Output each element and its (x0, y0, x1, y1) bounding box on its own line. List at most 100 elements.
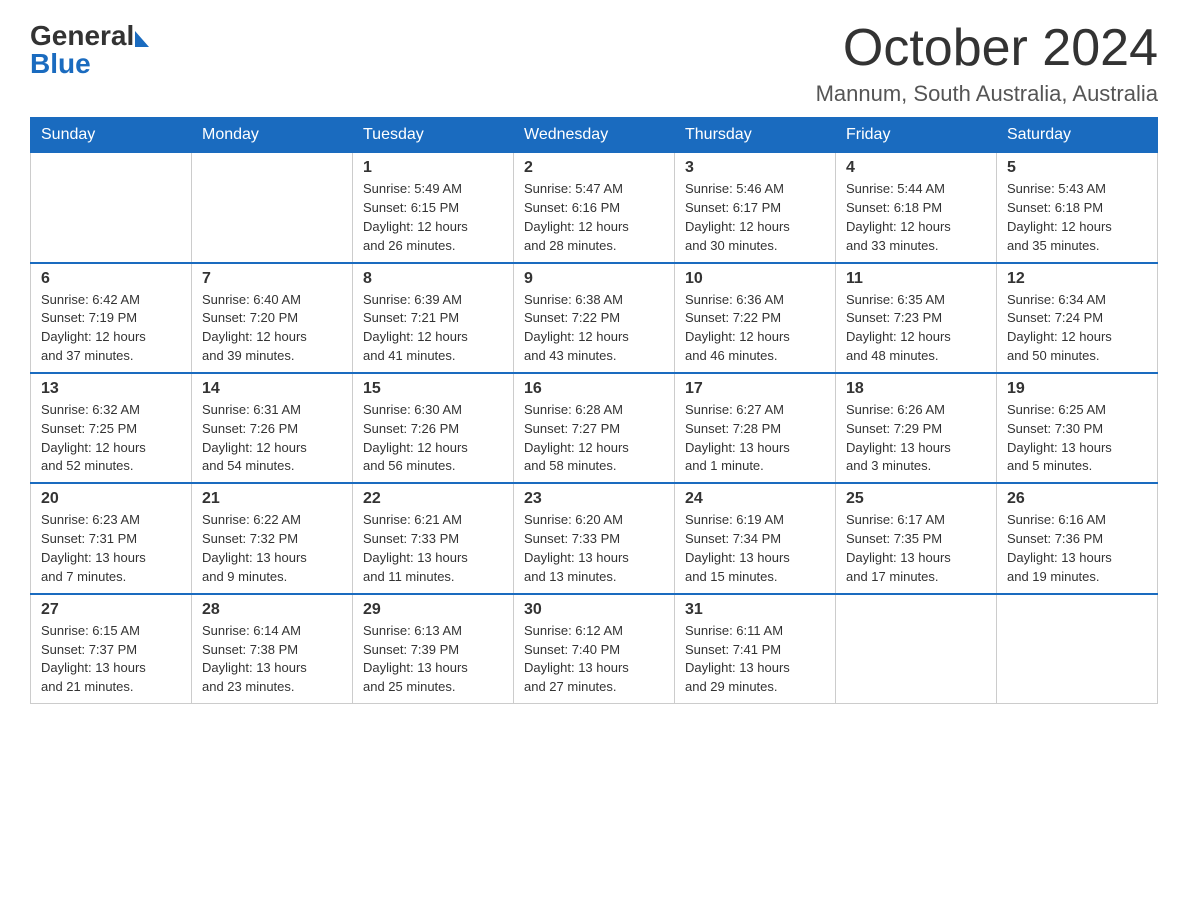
calendar-cell: 1 Sunrise: 5:49 AM Sunset: 6:15 PM Daylig… (353, 153, 514, 263)
cell-day-number: 23 (524, 490, 664, 508)
cell-day-number: 5 (1007, 159, 1147, 177)
cell-info-text: Sunrise: 6:25 AM Sunset: 7:30 PM Dayligh… (1007, 401, 1147, 476)
calendar-week-row: 13 Sunrise: 6:32 AM Sunset: 7:25 PM Dayli… (31, 373, 1158, 483)
month-title: October 2024 (816, 20, 1158, 77)
calendar-cell: 24Sunrise: 6:19 AM Sunset: 7:34 PM Dayli… (675, 483, 836, 593)
cell-day-number: 27 (41, 601, 181, 619)
calendar-cell: 7 Sunrise: 6:40 AM Sunset: 7:20 PM Daylig… (192, 263, 353, 373)
cell-day-number: 15 (363, 380, 503, 398)
cell-day-number: 3 (685, 159, 825, 177)
calendar-cell (192, 153, 353, 263)
calendar-cell (31, 153, 192, 263)
calendar-cell: 13 Sunrise: 6:32 AM Sunset: 7:25 PM Dayli… (31, 373, 192, 483)
calendar-cell: 11 Sunrise: 6:35 AM Sunset: 7:23 PM Dayli… (836, 263, 997, 373)
logo-blue-text: Blue (30, 48, 91, 80)
col-header-wednesday: Wednesday (514, 118, 675, 153)
cell-info-text: Sunrise: 6:35 AM Sunset: 7:23 PM Dayligh… (846, 291, 986, 366)
cell-info-text: Sunrise: 5:49 AM Sunset: 6:15 PM Dayligh… (363, 180, 503, 255)
cell-info-text: Sunrise: 6:38 AM Sunset: 7:22 PM Dayligh… (524, 291, 664, 366)
cell-info-text: Sunrise: 6:19 AM Sunset: 7:34 PM Dayligh… (685, 511, 825, 586)
cell-day-number: 4 (846, 159, 986, 177)
cell-info-text: Sunrise: 5:44 AM Sunset: 6:18 PM Dayligh… (846, 180, 986, 255)
cell-day-number: 11 (846, 270, 986, 288)
cell-day-number: 6 (41, 270, 181, 288)
cell-day-number: 30 (524, 601, 664, 619)
calendar-week-row: 1 Sunrise: 5:49 AM Sunset: 6:15 PM Daylig… (31, 153, 1158, 263)
cell-info-text: Sunrise: 6:12 AM Sunset: 7:40 PM Dayligh… (524, 622, 664, 697)
cell-info-text: Sunrise: 6:26 AM Sunset: 7:29 PM Dayligh… (846, 401, 986, 476)
col-header-sunday: Sunday (31, 118, 192, 153)
calendar-week-row: 20 Sunrise: 6:23 AM Sunset: 7:31 PM Dayli… (31, 483, 1158, 593)
calendar-cell: 21Sunrise: 6:22 AM Sunset: 7:32 PM Dayli… (192, 483, 353, 593)
calendar-cell: 31 Sunrise: 6:11 AM Sunset: 7:41 PM Dayli… (675, 594, 836, 704)
cell-day-number: 12 (1007, 270, 1147, 288)
calendar-cell (836, 594, 997, 704)
cell-day-number: 31 (685, 601, 825, 619)
cell-day-number: 17 (685, 380, 825, 398)
calendar-cell: 16 Sunrise: 6:28 AM Sunset: 7:27 PM Dayli… (514, 373, 675, 483)
cell-day-number: 2 (524, 159, 664, 177)
cell-day-number: 18 (846, 380, 986, 398)
title-area: October 2024 Mannum, South Australia, Au… (816, 20, 1158, 107)
cell-info-text: Sunrise: 6:22 AM Sunset: 7:32 PM Dayligh… (202, 511, 342, 586)
col-header-friday: Friday (836, 118, 997, 153)
cell-day-number: 10 (685, 270, 825, 288)
cell-info-text: Sunrise: 6:13 AM Sunset: 7:39 PM Dayligh… (363, 622, 503, 697)
cell-info-text: Sunrise: 6:20 AM Sunset: 7:33 PM Dayligh… (524, 511, 664, 586)
calendar-cell: 9 Sunrise: 6:38 AM Sunset: 7:22 PM Daylig… (514, 263, 675, 373)
calendar-cell: 2Sunrise: 5:47 AM Sunset: 6:16 PM Daylig… (514, 153, 675, 263)
cell-info-text: Sunrise: 6:23 AM Sunset: 7:31 PM Dayligh… (41, 511, 181, 586)
calendar-cell: 28Sunrise: 6:14 AM Sunset: 7:38 PM Dayli… (192, 594, 353, 704)
cell-info-text: Sunrise: 6:15 AM Sunset: 7:37 PM Dayligh… (41, 622, 181, 697)
cell-info-text: Sunrise: 6:39 AM Sunset: 7:21 PM Dayligh… (363, 291, 503, 366)
cell-day-number: 26 (1007, 490, 1147, 508)
cell-day-number: 13 (41, 380, 181, 398)
calendar-week-row: 6Sunrise: 6:42 AM Sunset: 7:19 PM Daylig… (31, 263, 1158, 373)
calendar-cell: 8 Sunrise: 6:39 AM Sunset: 7:21 PM Daylig… (353, 263, 514, 373)
calendar-cell: 5Sunrise: 5:43 AM Sunset: 6:18 PM Daylig… (997, 153, 1158, 263)
cell-info-text: Sunrise: 6:14 AM Sunset: 7:38 PM Dayligh… (202, 622, 342, 697)
location-title: Mannum, South Australia, Australia (816, 81, 1158, 107)
cell-info-text: Sunrise: 6:11 AM Sunset: 7:41 PM Dayligh… (685, 622, 825, 697)
cell-info-text: Sunrise: 6:27 AM Sunset: 7:28 PM Dayligh… (685, 401, 825, 476)
cell-day-number: 22 (363, 490, 503, 508)
cell-day-number: 9 (524, 270, 664, 288)
calendar-header-row: SundayMondayTuesdayWednesdayThursdayFrid… (31, 118, 1158, 153)
col-header-monday: Monday (192, 118, 353, 153)
calendar-cell: 3 Sunrise: 5:46 AM Sunset: 6:17 PM Daylig… (675, 153, 836, 263)
cell-day-number: 7 (202, 270, 342, 288)
calendar-cell: 25Sunrise: 6:17 AM Sunset: 7:35 PM Dayli… (836, 483, 997, 593)
header: General Blue October 2024 Mannum, South … (30, 20, 1158, 107)
cell-info-text: Sunrise: 6:31 AM Sunset: 7:26 PM Dayligh… (202, 401, 342, 476)
cell-info-text: Sunrise: 6:28 AM Sunset: 7:27 PM Dayligh… (524, 401, 664, 476)
calendar-cell: 17 Sunrise: 6:27 AM Sunset: 7:28 PM Dayli… (675, 373, 836, 483)
calendar-cell: 12 Sunrise: 6:34 AM Sunset: 7:24 PM Dayli… (997, 263, 1158, 373)
cell-info-text: Sunrise: 6:40 AM Sunset: 7:20 PM Dayligh… (202, 291, 342, 366)
cell-day-number: 20 (41, 490, 181, 508)
col-header-tuesday: Tuesday (353, 118, 514, 153)
calendar-cell: 20 Sunrise: 6:23 AM Sunset: 7:31 PM Dayli… (31, 483, 192, 593)
cell-day-number: 8 (363, 270, 503, 288)
calendar-cell: 15 Sunrise: 6:30 AM Sunset: 7:26 PM Dayli… (353, 373, 514, 483)
calendar-cell: 14Sunrise: 6:31 AM Sunset: 7:26 PM Dayli… (192, 373, 353, 483)
cell-day-number: 16 (524, 380, 664, 398)
cell-info-text: Sunrise: 6:17 AM Sunset: 7:35 PM Dayligh… (846, 511, 986, 586)
logo[interactable]: General Blue (30, 20, 149, 80)
cell-day-number: 1 (363, 159, 503, 177)
cell-day-number: 29 (363, 601, 503, 619)
cell-info-text: Sunrise: 6:32 AM Sunset: 7:25 PM Dayligh… (41, 401, 181, 476)
calendar-week-row: 27 Sunrise: 6:15 AM Sunset: 7:37 PM Dayli… (31, 594, 1158, 704)
cell-info-text: Sunrise: 6:21 AM Sunset: 7:33 PM Dayligh… (363, 511, 503, 586)
cell-info-text: Sunrise: 6:34 AM Sunset: 7:24 PM Dayligh… (1007, 291, 1147, 366)
calendar-cell: 22 Sunrise: 6:21 AM Sunset: 7:33 PM Dayli… (353, 483, 514, 593)
calendar-cell: 30 Sunrise: 6:12 AM Sunset: 7:40 PM Dayli… (514, 594, 675, 704)
calendar-cell: 10Sunrise: 6:36 AM Sunset: 7:22 PM Dayli… (675, 263, 836, 373)
cell-info-text: Sunrise: 6:30 AM Sunset: 7:26 PM Dayligh… (363, 401, 503, 476)
calendar-cell: 29 Sunrise: 6:13 AM Sunset: 7:39 PM Dayli… (353, 594, 514, 704)
calendar-cell: 23 Sunrise: 6:20 AM Sunset: 7:33 PM Dayli… (514, 483, 675, 593)
cell-info-text: Sunrise: 5:46 AM Sunset: 6:17 PM Dayligh… (685, 180, 825, 255)
cell-info-text: Sunrise: 6:16 AM Sunset: 7:36 PM Dayligh… (1007, 511, 1147, 586)
calendar-table: SundayMondayTuesdayWednesdayThursdayFrid… (30, 117, 1158, 704)
calendar-cell (997, 594, 1158, 704)
calendar-cell: 26 Sunrise: 6:16 AM Sunset: 7:36 PM Dayli… (997, 483, 1158, 593)
